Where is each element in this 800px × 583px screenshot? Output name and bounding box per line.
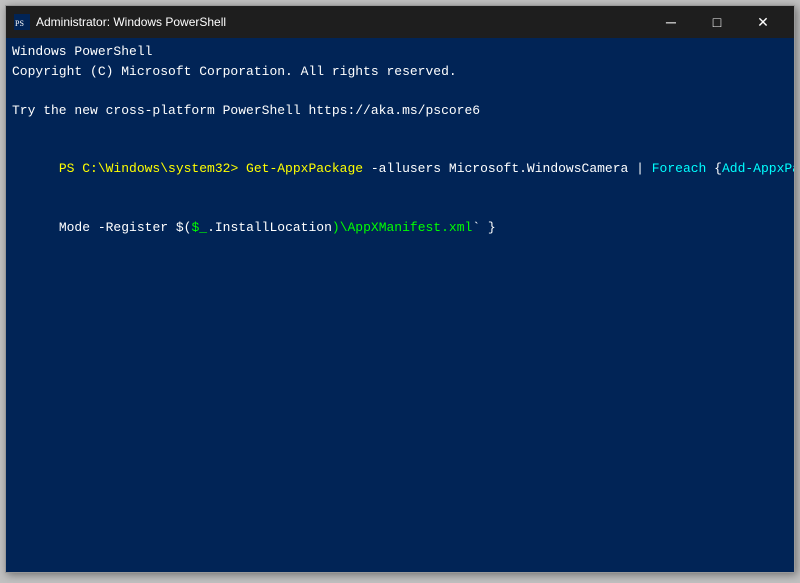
powershell-icon: PS [14,14,30,30]
terminal-line-empty [12,413,788,433]
continuation-register: -Register [90,220,168,235]
terminal-continuation-line: Mode -Register $($_.InstallLocation)\App… [12,198,788,257]
continuation-end: ` } [472,220,495,235]
terminal-line-empty [12,315,788,335]
terminal-command-line: PS C:\Windows\system32> Get-AppxPackage … [12,140,788,199]
cmd-packagename: Microsoft.WindowsCamera [449,161,628,176]
continuation-path: )\AppXManifest.xml [332,220,472,235]
terminal-line-empty [12,81,788,101]
minimize-button[interactable]: ─ [648,6,694,38]
close-button[interactable]: ✕ [740,6,786,38]
continuation-mode: Mode [59,220,90,235]
terminal-line-empty [12,257,788,277]
maximize-button[interactable]: □ [694,6,740,38]
svg-text:PS: PS [15,19,24,28]
terminal-line-empty [12,276,788,296]
terminal-line-empty [12,393,788,413]
terminal-line-empty [12,354,788,374]
terminal-line-empty [12,335,788,355]
prompt-text: PS C:\Windows\system32> [59,161,246,176]
terminal-line-empty [12,530,788,550]
terminal-line: Windows PowerShell [12,42,788,62]
cmd-get-appxpackage: Get-AppxPackage [246,161,363,176]
terminal-line-empty [12,296,788,316]
terminal-line-empty [12,549,788,569]
terminal-line-empty [12,374,788,394]
terminal-line: Copyright (C) Microsoft Corporation. All… [12,62,788,82]
cmd-add-appxpackage: Add-AppxPackage [722,161,794,176]
window-title: Administrator: Windows PowerShell [36,15,648,29]
cmd-pipe: | [628,161,651,176]
powershell-window: PS Administrator: Windows PowerShell ─ □… [5,5,795,573]
terminal-line-empty [12,510,788,530]
cmd-allusers: -allusers [363,161,449,176]
terminal-body[interactable]: Windows PowerShell Copyright (C) Microso… [6,38,794,572]
continuation-paren-open: $( [168,220,191,235]
terminal-line-empty [12,471,788,491]
continuation-prop: .InstallLocation [207,220,332,235]
window-controls: ─ □ ✕ [648,6,786,38]
terminal-line-empty [12,569,788,573]
terminal-line-empty [12,452,788,472]
title-bar: PS Administrator: Windows PowerShell ─ □… [6,6,794,38]
cmd-brace-open: { [706,161,722,176]
terminal-line: Try the new cross-platform PowerShell ht… [12,101,788,121]
terminal-line-empty [12,432,788,452]
terminal-line-empty [12,120,788,140]
continuation-varname: $_ [191,220,207,235]
terminal-line-empty [12,491,788,511]
cmd-foreach: Foreach [652,161,707,176]
